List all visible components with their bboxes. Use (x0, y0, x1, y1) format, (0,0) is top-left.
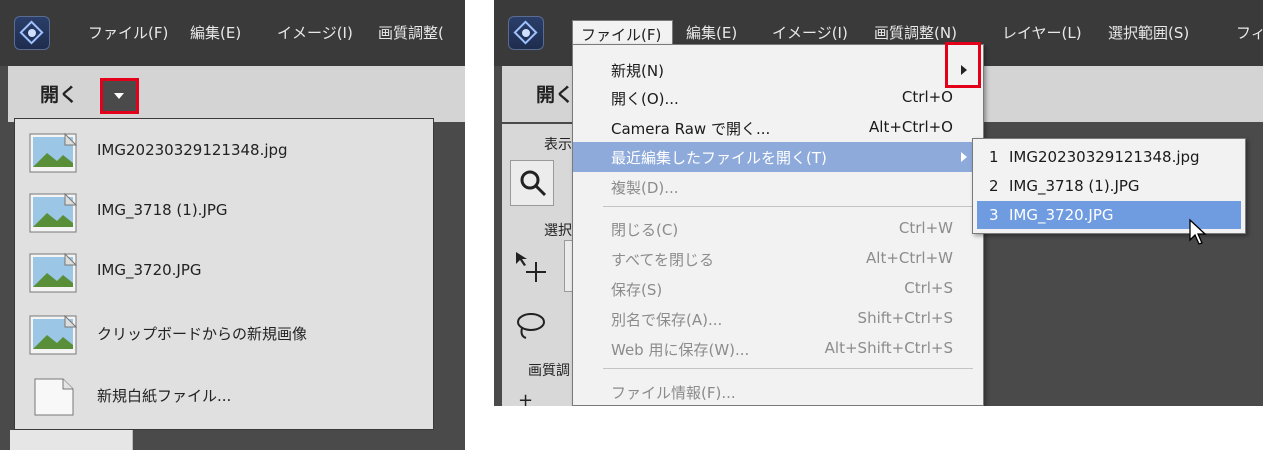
menu-bar: ファイル(F) 編集(E) イメージ(I) 画質調整( (0, 0, 465, 66)
recent-files-dropdown: IMG20230329121348.jpg IMG_3718 (1).JPG I… (14, 118, 434, 430)
menu-edit[interactable]: 編集(E) (686, 22, 737, 43)
recent-item-label: IMG_3718 (1).JPG (97, 201, 228, 219)
open-button[interactable]: 開く (536, 80, 574, 107)
open-button[interactable]: 開く (40, 80, 78, 107)
menu-item-save-for-web[interactable]: Web 用に保存(W)... Alt+Shift+Ctrl+S (573, 334, 983, 364)
recent-item[interactable]: IMG_3720.JPG (15, 241, 435, 301)
recent-item[interactable]: IMG_3718 (1).JPG (15, 181, 435, 241)
magnifier-icon (520, 170, 547, 197)
menu-item-duplicate[interactable]: 複製(D)... (573, 172, 983, 202)
recent-item-label: 新規白紙ファイル... (97, 387, 232, 405)
menu-separator (603, 368, 973, 369)
tool-section-quality: 画質調 (528, 363, 570, 379)
menu-item-new[interactable]: 新規(N) (573, 55, 983, 85)
app-logo-icon[interactable] (508, 16, 544, 50)
recent-item[interactable]: 新規白紙ファイル... (15, 365, 435, 425)
red-callout-box (945, 42, 981, 88)
right-screenshot: 編集(E) イメージ(I) 画質調整(N) レイヤー(L) 選択範囲(S) フィ… (494, 0, 1263, 406)
menu-file-active[interactable]: ファイル(F) (572, 20, 673, 46)
file-menu: 新規(N) 開く(O)... Ctrl+O Camera Raw で開く... … (572, 44, 984, 406)
recent-item[interactable]: クリップボードからの新規画像 (15, 303, 435, 363)
menu-image[interactable]: イメージ(I) (277, 22, 353, 43)
submenu-item[interactable]: 2 IMG_3718 (1).JPG (977, 172, 1241, 200)
menu-item-close[interactable]: 閉じる(C) Ctrl+W (573, 214, 983, 244)
menu-separator (603, 206, 973, 207)
menu-item-file-info[interactable]: ファイル情報(F)... (573, 377, 983, 406)
move-tool-icon[interactable] (514, 250, 548, 284)
image-file-icon (29, 253, 77, 293)
tool-panel: 表示 選択 画質調 + (502, 124, 578, 406)
recent-item-label: クリップボードからの新規画像 (97, 325, 308, 343)
image-file-icon (29, 193, 77, 233)
menu-image[interactable]: イメージ(I) (772, 22, 848, 43)
red-callout-box (100, 78, 139, 114)
menu-filter[interactable]: フィル (1236, 22, 1263, 43)
menu-item-save-as[interactable]: 別名で保存(A)... Shift+Ctrl+S (573, 304, 983, 334)
menu-layer[interactable]: レイヤー(L) (1002, 22, 1082, 43)
menu-file[interactable]: ファイル(F) (88, 22, 168, 43)
menu-item-camera-raw[interactable]: Camera Raw で開く... Alt+Ctrl+O (573, 113, 983, 143)
tool-section-view: 表示 (544, 137, 572, 153)
image-file-icon (29, 315, 77, 355)
image-file-icon (29, 133, 77, 173)
tool-section-select: 選択 (544, 223, 572, 239)
lasso-icon[interactable] (514, 312, 548, 340)
mouse-cursor-icon (1189, 218, 1207, 245)
recent-item-label: IMG20230329121348.jpg (97, 141, 288, 159)
app-logo-icon[interactable] (14, 16, 50, 50)
blank-file-icon (34, 378, 74, 416)
menu-select[interactable]: 選択範囲(S) (1108, 22, 1189, 43)
submenu-item[interactable]: 1 IMG20230329121348.jpg (977, 143, 1241, 171)
plus-icon[interactable]: + (518, 390, 533, 406)
menu-item-save[interactable]: 保存(S) Ctrl+S (573, 274, 983, 304)
menu-item-close-all[interactable]: すべてを閉じる Alt+Ctrl+W (573, 244, 983, 274)
menu-item-open[interactable]: 開く(O)... Ctrl+O (573, 83, 983, 113)
menu-edit[interactable]: 編集(E) (190, 22, 241, 43)
zoom-tool[interactable] (510, 160, 554, 206)
menu-item-open-recent[interactable]: 最近編集したファイルを開く(T) (573, 142, 983, 172)
left-screenshot: ファイル(F) 編集(E) イメージ(I) 画質調整( 開く IMG202303… (0, 0, 465, 450)
menu-file-label: ファイル(F) (581, 26, 662, 44)
submenu-arrow-icon (961, 152, 967, 162)
recent-item-label: IMG_3720.JPG (97, 261, 202, 279)
menu-quality[interactable]: 画質調整( (378, 22, 444, 43)
recent-item[interactable]: IMG20230329121348.jpg (15, 121, 435, 181)
panel-edge (10, 430, 133, 450)
menu-quality[interactable]: 画質調整(N) (874, 22, 957, 43)
